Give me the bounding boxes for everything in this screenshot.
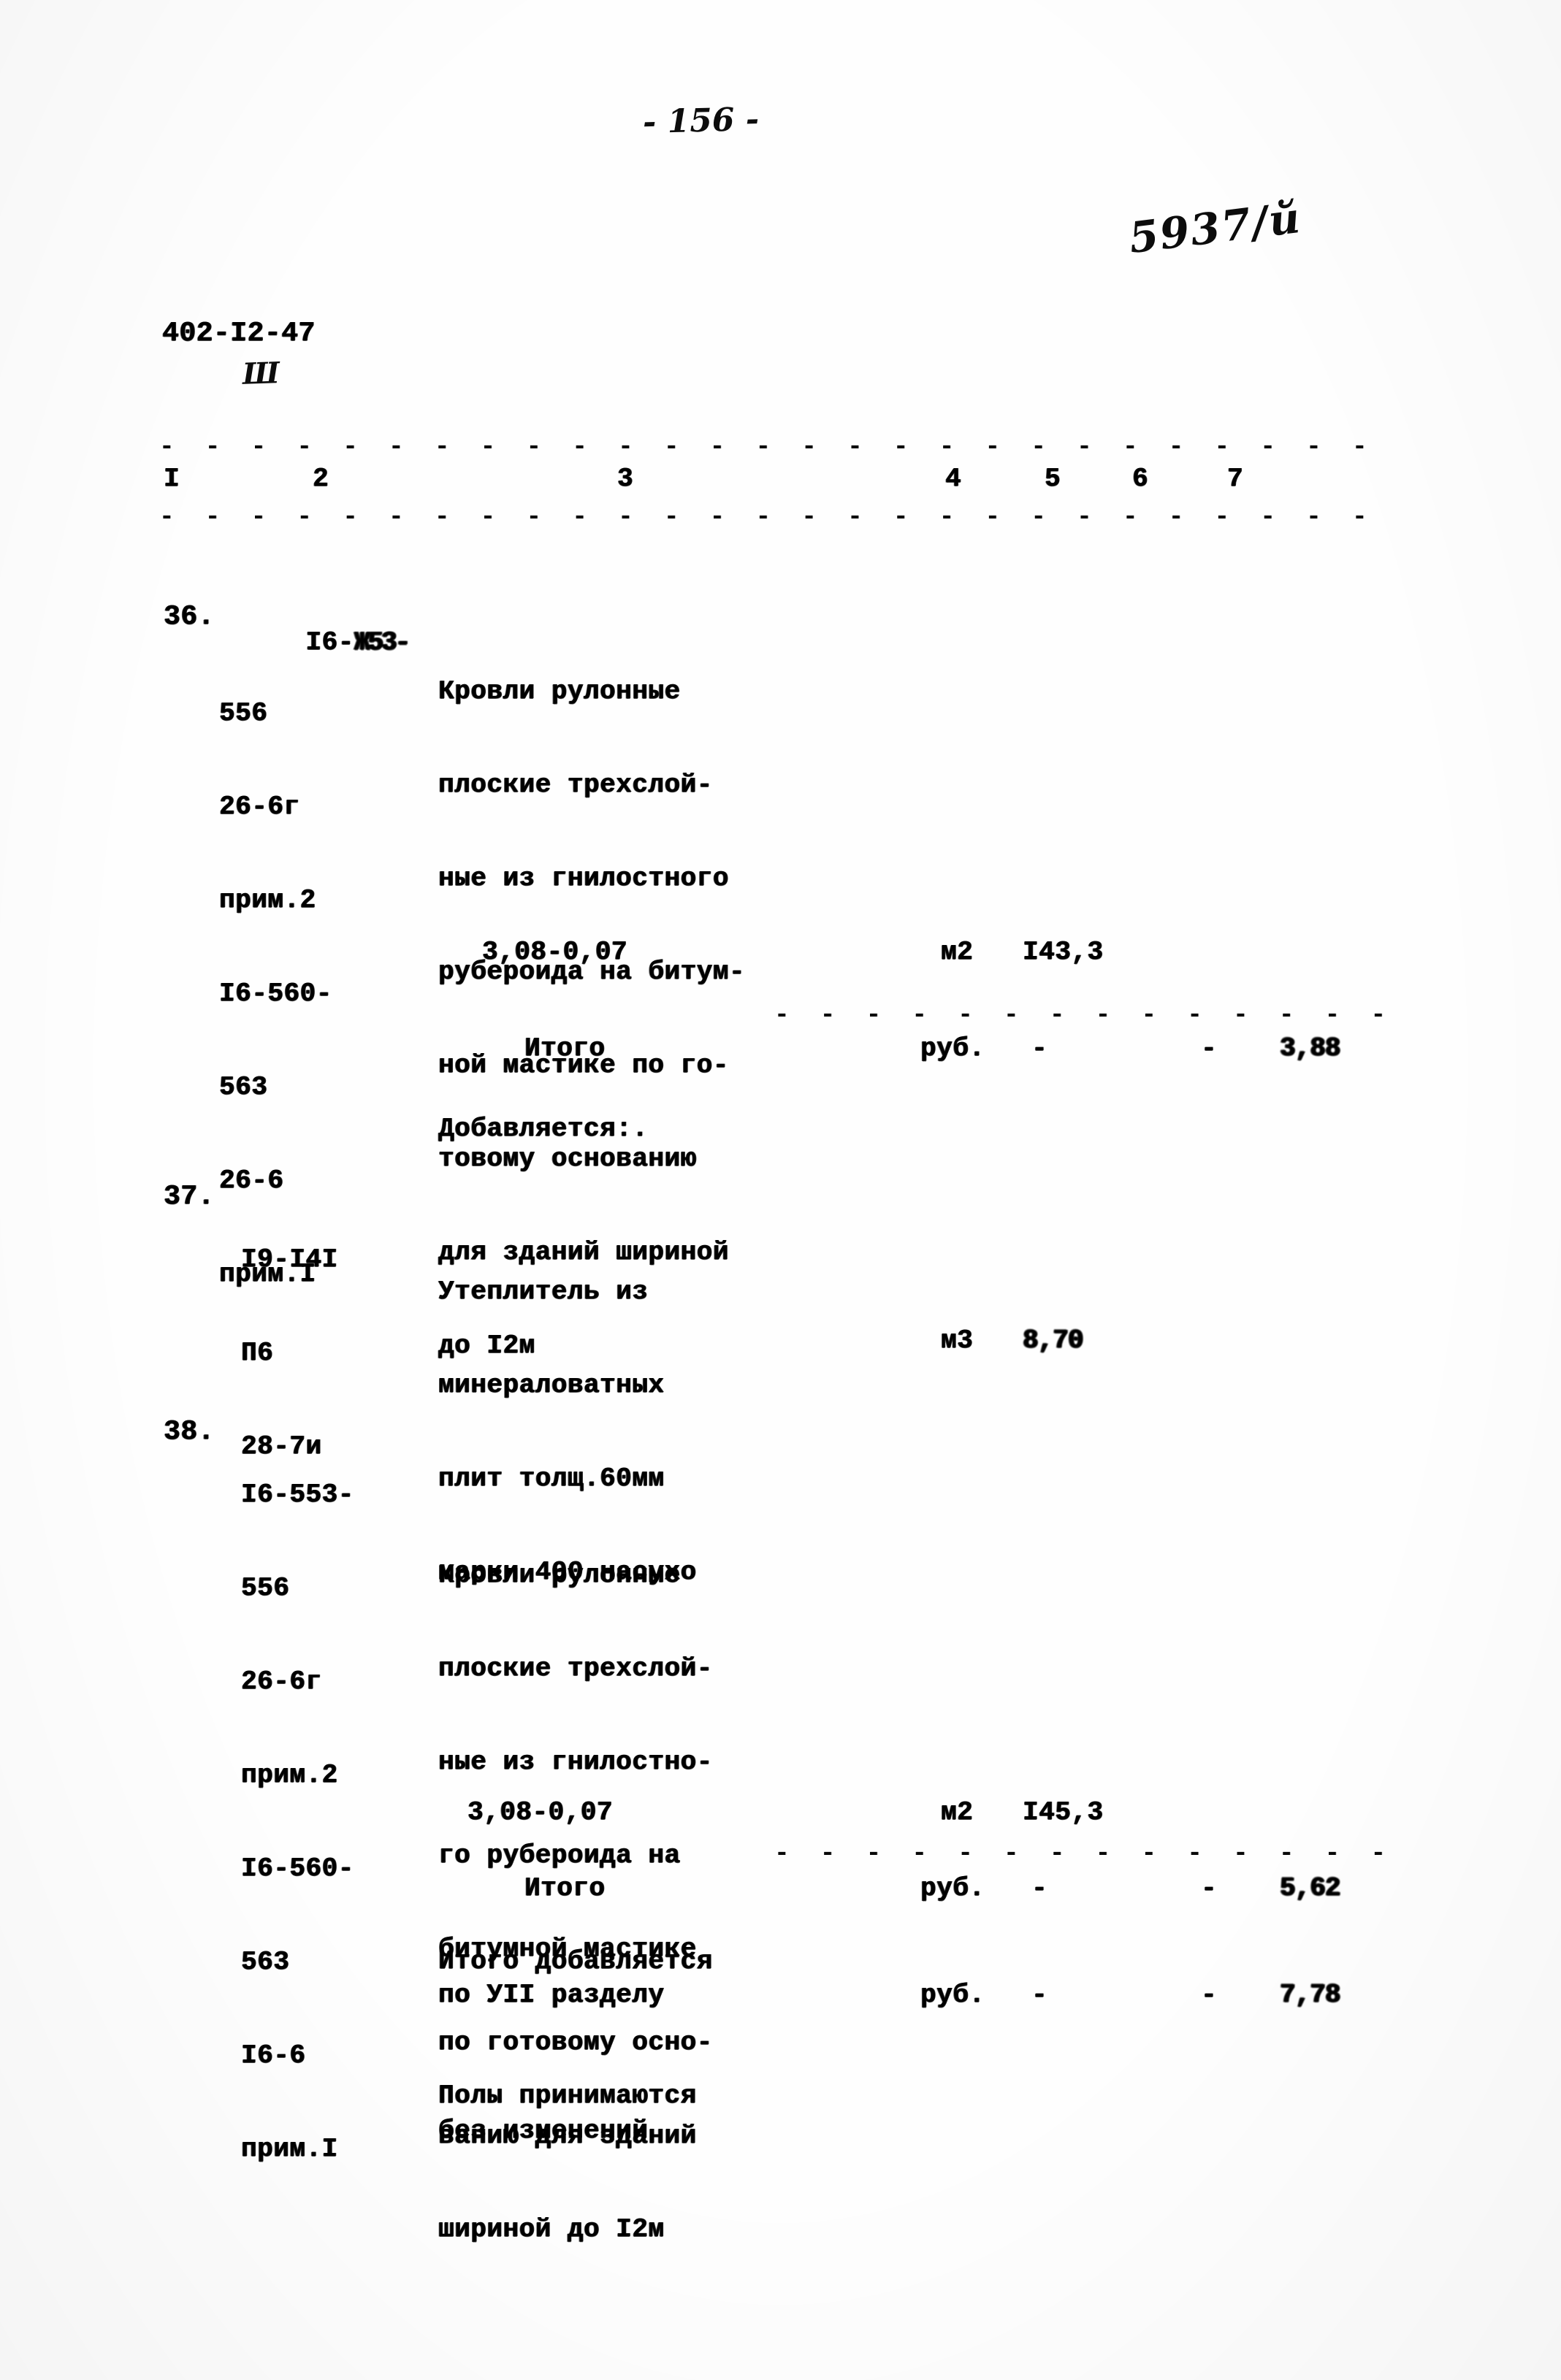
- item-36-total-dash-2: -: [1201, 1033, 1218, 1063]
- page-number-marker: - 156 -: [642, 100, 760, 142]
- item-37-unit: м3: [941, 1325, 974, 1355]
- item-36-code-line-3: 26-6г: [219, 792, 300, 822]
- item-38-total-rule: - - - - - - - - - - - - - - - - - - - - …: [774, 1840, 1394, 1868]
- item-38-desc-line-4: го рубероида на: [438, 1840, 681, 1870]
- table-rule-header-bottom: - - - - - - - - - - - - - - - - - - - - …: [159, 504, 1375, 532]
- item-36-code-line-2: 556: [219, 698, 268, 728]
- footer-note-line-1: Полы принимаются: [438, 2081, 697, 2111]
- item-38-value: I45,3: [1023, 1797, 1104, 1827]
- column-header-4: 4: [945, 464, 962, 494]
- item-38-code-line-6: 563: [241, 1947, 290, 1977]
- item-36-total-value: 3,88: [1280, 1033, 1340, 1063]
- grand-total-label-line-2: по УII разделу: [438, 1980, 665, 2010]
- item-36-total-rule: - - - - - - - - - - - - - - - - - - - - …: [774, 1002, 1394, 1030]
- grand-total-label-line-1: Итого добавляется: [438, 1946, 713, 1976]
- item-36-formula: 3,08-0,07: [482, 937, 627, 967]
- footer-note-line-2: без изменений: [438, 2116, 649, 2146]
- document-code-sub: Ш: [242, 356, 280, 391]
- item-37-value: 8,70: [1023, 1325, 1083, 1355]
- item-36-code-line-4: прим.2: [219, 885, 316, 915]
- item-38-desc-line-8: шириной до I2м: [438, 2214, 665, 2244]
- item-38-code-line-2: 556: [241, 1573, 290, 1603]
- item-38-code-line-5: I6-560-: [241, 1853, 354, 1883]
- table-rule-top: - - - - - - - - - - - - - - - - - - - - …: [159, 434, 1375, 462]
- item-36-desc-line-1: Кровли рулонные: [438, 676, 681, 706]
- document-page: - 156 - 5937/й 402-I2-47 Ш - - - - - - -…: [0, 0, 1561, 2380]
- item-38-total-unit: руб.: [920, 1873, 985, 1903]
- column-header-3: 3: [617, 464, 634, 494]
- item-36-unit: м2: [941, 937, 974, 967]
- grand-total-value: 7,78: [1280, 1980, 1340, 2010]
- grand-total-unit: руб.: [920, 1980, 985, 2010]
- item-36-desc-line-6: товому основанию: [438, 1144, 697, 1174]
- item-38-desc-line-6: по готовому осно-: [438, 2027, 713, 2057]
- column-header-5: 5: [1045, 464, 1061, 494]
- grand-total-dash-2: -: [1201, 1980, 1218, 2010]
- item-38-code-line-8: прим.I: [241, 2134, 338, 2164]
- item-38-code-list: I6-553- 556 26-6г прим.2 I6-560- 563 I6-…: [241, 1418, 354, 2226]
- item-38-total-label: Итого: [524, 1873, 606, 1903]
- column-header-2: 2: [313, 464, 329, 494]
- column-header-7: 7: [1227, 464, 1244, 494]
- item-37-number: 37.: [164, 1181, 215, 1212]
- item-36-value: I43,3: [1023, 937, 1104, 967]
- item-38-total-dash-2: -: [1201, 1873, 1218, 1903]
- item-37-desc-line-2: минераловатных: [438, 1370, 665, 1400]
- item-38-code-line-1: I6-553-: [241, 1480, 354, 1509]
- item-38-desc-line-1: Кровли рулонные: [438, 1560, 681, 1590]
- item-38-number: 38.: [164, 1416, 215, 1447]
- item-37-desc-line-1: Утеплитель из: [438, 1277, 649, 1306]
- added-label: Добавляется:.: [438, 1114, 649, 1144]
- item-38-formula: 3,08-0,07: [467, 1797, 613, 1827]
- item-37-code-line-2: П6: [241, 1338, 274, 1368]
- document-code: 402-I2-47: [162, 318, 316, 349]
- item-36-total-label: Итого: [524, 1033, 606, 1063]
- handwritten-archive-number: 5937/й: [1126, 192, 1305, 264]
- item-36-total-unit: руб.: [920, 1033, 985, 1063]
- item-38-desc-line-3: ные из гнилостно-: [438, 1747, 713, 1777]
- item-38-code-line-3: 26-6г: [241, 1667, 322, 1696]
- column-header-1: I: [164, 464, 180, 494]
- item-36-code-overstrike: Ж53-: [354, 627, 411, 657]
- grand-total-dash-1: -: [1031, 1980, 1048, 2010]
- item-36-code-line-5: I6-560-: [219, 979, 332, 1009]
- item-36-number: 36.: [164, 601, 215, 632]
- item-38-unit: м2: [941, 1797, 974, 1827]
- item-36-total-dash-1: -: [1031, 1033, 1048, 1063]
- item-38-total-value: 5,62: [1280, 1873, 1340, 1903]
- item-37-code-line-1: I9-I4I: [241, 1244, 338, 1274]
- column-header-6: 6: [1132, 464, 1149, 494]
- item-38-desc-line-2: плоские трехслой-: [438, 1653, 713, 1683]
- item-37-desc-line-3: плит толщ.60мм: [438, 1463, 665, 1493]
- item-38-code-line-7: I6-6: [241, 2040, 306, 2070]
- item-36-desc-line-2: плоские трехслой-: [438, 770, 713, 800]
- item-38-total-dash-1: -: [1031, 1873, 1048, 1903]
- item-36-desc-line-3: ные из гнилостного: [438, 863, 729, 893]
- item-36-code-line-6: 563: [219, 1072, 268, 1102]
- item-38-code-line-4: прим.2: [241, 1760, 338, 1790]
